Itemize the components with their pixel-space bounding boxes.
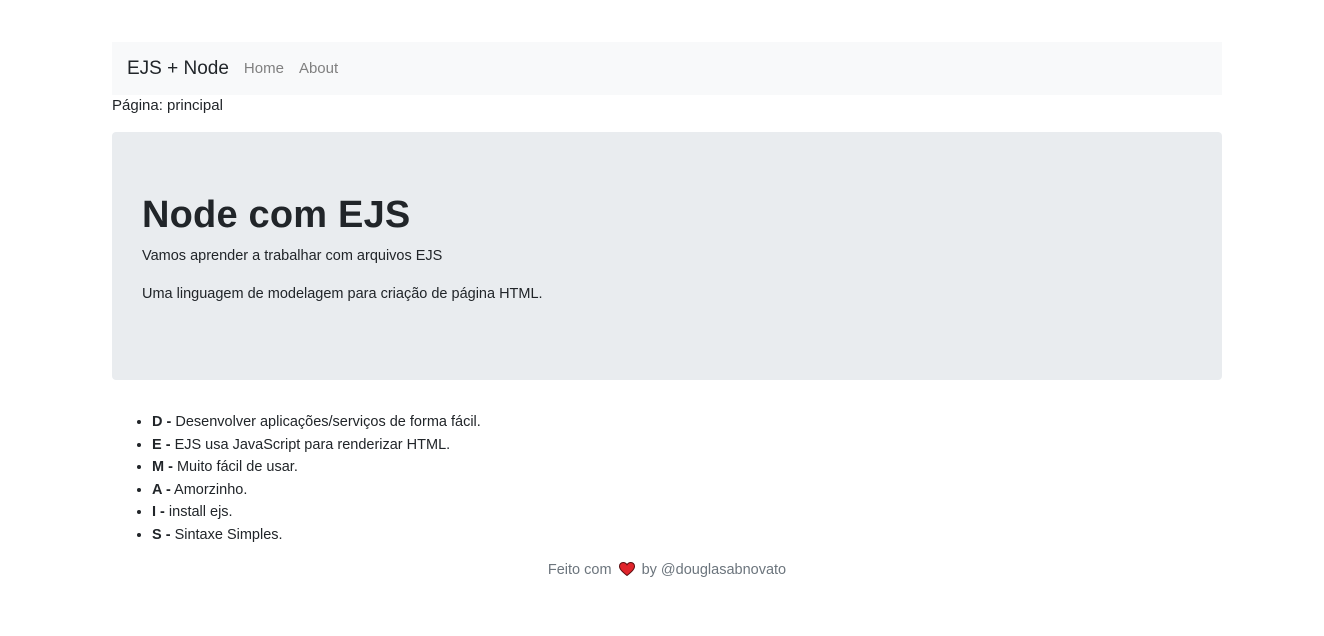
navbar-brand[interactable]: EJS + Node [127, 59, 229, 78]
footer: Feito com by @douglasabnovato [112, 561, 1222, 578]
navbar: EJS + Node Home About [112, 42, 1222, 95]
jumbotron: Node com EJS Vamos aprender a trabalhar … [112, 132, 1222, 380]
jumbotron-title: Node com EJS [142, 194, 411, 236]
list-item: S - Sintaxe Simples. [152, 524, 481, 547]
nav-link-home[interactable]: Home [244, 60, 284, 77]
footer-suffix: by @douglasabnovato [641, 562, 787, 578]
list-item: A - Amorzinho. [152, 479, 481, 502]
jumbotron-subtitle: Vamos aprender a trabalhar com arquivos … [142, 248, 443, 264]
list-item-letter: A - [152, 481, 171, 498]
list-item-text: Sintaxe Simples. [174, 526, 283, 543]
list-item-letter: S - [152, 526, 171, 543]
acronym-list: D - Desenvolver aplicações/serviços de f… [112, 411, 481, 546]
list-item-letter: E - [152, 436, 171, 453]
jumbotron-description: Uma linguagem de modelagem para criação … [142, 286, 543, 302]
list-item: D - Desenvolver aplicações/serviços de f… [152, 411, 481, 434]
list-item-text: Desenvolver aplicações/serviços de forma… [175, 414, 481, 430]
nav-link-about[interactable]: About [299, 60, 338, 77]
list-item-letter: D - [152, 414, 172, 430]
list-item-letter: M - [152, 459, 173, 475]
list-item: E - EJS usa JavaScript para renderizar H… [152, 434, 481, 457]
list-item-text: Amorzinho. [174, 481, 248, 498]
list-item: M - Muito fácil de usar. [152, 456, 481, 479]
list-item-letter: I - [152, 504, 165, 520]
list-item-text: Muito fácil de usar. [176, 459, 298, 475]
footer-prefix: Feito com [547, 562, 612, 578]
page-container: EJS + Node Home About Página: principal … [112, 42, 1222, 578]
heart-icon [618, 561, 635, 577]
list-item-text: EJS usa JavaScript para renderizar HTML. [174, 436, 451, 453]
list-item-text: install ejs. [168, 504, 233, 520]
list-item: I - install ejs. [152, 501, 481, 524]
page-indicator: Página: principal [112, 97, 223, 114]
